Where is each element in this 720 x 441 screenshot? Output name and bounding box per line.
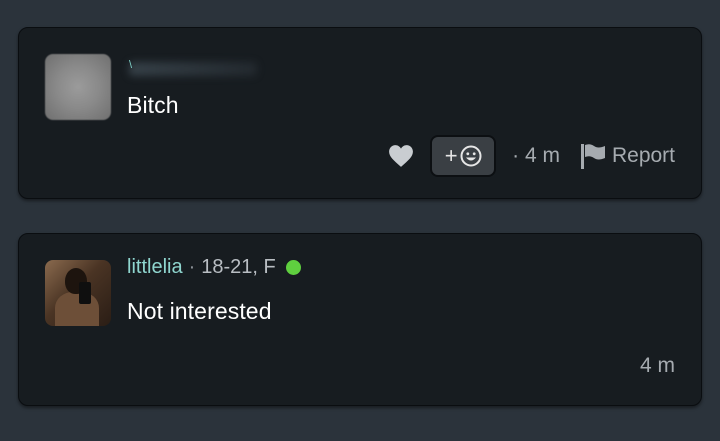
comment-text: Not interested <box>127 298 272 324</box>
avatar[interactable] <box>45 54 111 120</box>
report-button[interactable]: Report <box>612 144 675 168</box>
redacted-username <box>129 62 257 76</box>
comment-feed: \ Bitch + · 4 m Report littlelia · 18-21… <box>0 0 720 441</box>
username-mark: \ <box>129 59 133 71</box>
username-link[interactable]: littlelia <box>127 256 183 279</box>
comment-text: Bitch <box>127 92 179 118</box>
flag-icon[interactable] <box>578 141 608 171</box>
comment-actions: + · 4 m Report <box>388 135 675 177</box>
comment-time: 4 m <box>639 354 675 377</box>
user-meta: 18-21, F <box>201 256 276 278</box>
heart-icon[interactable] <box>388 144 414 168</box>
comment-time: · 4 m <box>512 144 560 167</box>
plus-label: + <box>444 143 458 168</box>
add-reaction-button[interactable]: + <box>430 135 497 177</box>
smiley-icon <box>460 145 482 167</box>
comment-header: littlelia · 18-21, F <box>127 256 301 279</box>
separator: · <box>188 256 196 278</box>
avatar[interactable] <box>45 260 111 326</box>
comment-card: \ Bitch + · 4 m Report <box>18 27 702 199</box>
online-status-dot <box>285 260 301 275</box>
comment-card: littlelia · 18-21, F Not interested 4 m <box>18 233 702 406</box>
